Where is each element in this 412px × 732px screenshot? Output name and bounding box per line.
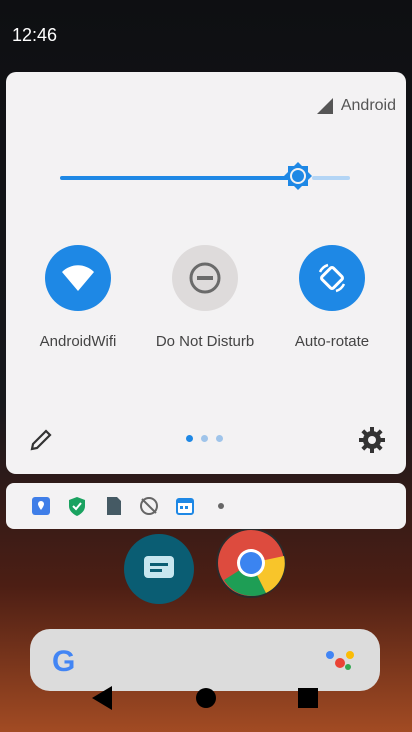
network-indicator: Android (315, 96, 396, 116)
dot-icon (210, 495, 232, 517)
notification-strip[interactable] (6, 483, 406, 529)
page-dot (186, 435, 193, 442)
shield-icon (66, 495, 88, 517)
wifi-toggle[interactable] (45, 245, 111, 311)
page-indicator (186, 435, 223, 442)
brightness-icon (284, 162, 312, 190)
gear-icon[interactable] (358, 426, 386, 454)
cell-signal-icon (316, 98, 333, 114)
status-time: 12:46 (12, 25, 58, 45)
recents-icon[interactable] (298, 688, 318, 708)
navigation-bar (0, 678, 412, 718)
back-icon[interactable] (92, 686, 112, 710)
brightness-thumb[interactable] (280, 160, 316, 196)
brightness-slider[interactable] (60, 162, 350, 190)
do-not-disturb-toggle[interactable] (172, 245, 238, 311)
no-location-icon (138, 495, 160, 517)
auto-rotate-icon (318, 263, 346, 293)
maps-icon (30, 495, 52, 517)
calendar-icon (174, 495, 196, 517)
chrome-icon[interactable] (216, 528, 286, 598)
svg-text:G: G (52, 645, 75, 678)
brightness-fill (60, 176, 298, 180)
tile-label: AndroidWifi (39, 333, 117, 350)
auto-rotate-toggle[interactable] (299, 245, 365, 311)
brightness-remaining (312, 176, 350, 180)
home-icon[interactable] (196, 688, 216, 708)
edit-icon[interactable] (28, 427, 54, 453)
do-not-disturb-icon (189, 262, 221, 294)
page-dot (201, 435, 208, 442)
network-name: Android (340, 97, 396, 114)
wifi-icon (62, 265, 94, 291)
messages-icon[interactable] (124, 534, 194, 604)
tile-do-not-disturb[interactable]: Do Not Disturb (140, 245, 270, 350)
home-apps (0, 528, 412, 630)
page-dot (216, 435, 223, 442)
tile-auto-rotate[interactable]: Auto-rotate (267, 245, 397, 350)
quick-settings-panel: Android AndroidWifi Do Not Disturb Auto-… (6, 72, 406, 474)
tile-label: Auto-rotate (294, 333, 370, 350)
sd-card-icon (102, 495, 124, 517)
tile-label: Do Not Disturb (155, 333, 255, 350)
tile-wifi[interactable]: AndroidWifi (13, 245, 143, 350)
